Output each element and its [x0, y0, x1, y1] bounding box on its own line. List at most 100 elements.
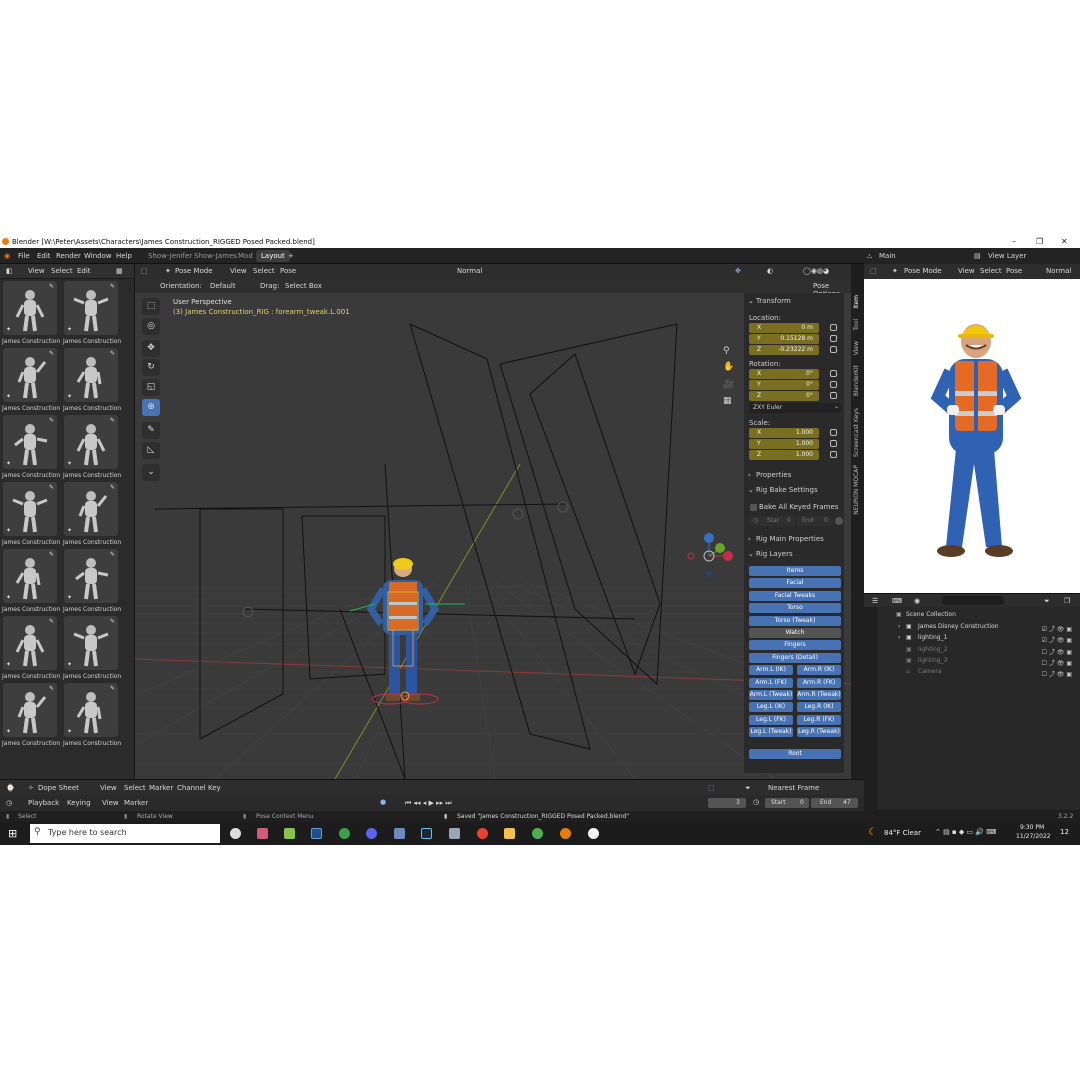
- new-collection-icon[interactable]: ❐: [1064, 597, 1070, 605]
- properties-header[interactable]: Properties: [756, 471, 791, 479]
- end-frame-field[interactable]: End 47: [811, 798, 858, 808]
- discord-icon[interactable]: [366, 828, 377, 839]
- rig-layer-button-left[interactable]: Arm.L (Tweak): [749, 690, 793, 700]
- filter-icon[interactable]: ⏷: [1044, 597, 1050, 606]
- tab-blenderkit[interactable]: BlenderKit: [853, 365, 860, 396]
- transform-field-x[interactable]: X 0°: [749, 369, 819, 379]
- rig-layers-header[interactable]: Rig Layers: [756, 550, 793, 558]
- minimize-button[interactable]: –: [1012, 237, 1016, 246]
- tl-menu-marker[interactable]: Marker: [124, 799, 148, 807]
- rig-layer-button-right[interactable]: Leg.R (FK): [797, 714, 841, 725]
- lock-icon[interactable]: [830, 335, 837, 342]
- cortana-icon[interactable]: [230, 828, 241, 839]
- asset-menu-view[interactable]: View: [28, 267, 45, 275]
- app-pinned-icon-3[interactable]: [449, 828, 460, 839]
- asset-thumbnail[interactable]: ✎ ✦: [3, 482, 57, 536]
- asset-edit-icon[interactable]: ✎: [49, 417, 54, 424]
- navigation-gizmo[interactable]: [687, 533, 733, 577]
- asset-edit-icon[interactable]: ✎: [49, 350, 54, 357]
- windows-start-icon[interactable]: ⊞: [8, 827, 17, 840]
- lock-icon[interactable]: [830, 429, 837, 436]
- rotate-tool[interactable]: ↻: [142, 359, 160, 376]
- record-toggle-icon[interactable]: ●: [380, 798, 386, 806]
- ds-menu-select[interactable]: Select: [124, 784, 146, 792]
- right-menu-view[interactable]: View: [958, 267, 975, 275]
- tab-screencast-keys[interactable]: Screencast Keys: [853, 408, 860, 457]
- rig-layer-root-button[interactable]: Root: [749, 748, 841, 759]
- system-tray-icons[interactable]: ⌃ ▤ ▪ ◆ ▭ 🔊 ⌨: [935, 828, 996, 836]
- weather-moon-icon[interactable]: ☾: [868, 827, 877, 838]
- view-layer-selector[interactable]: View Layer: [988, 252, 1026, 260]
- add-workspace-button[interactable]: +: [288, 252, 294, 260]
- transform-field-x[interactable]: X 0 m: [749, 323, 819, 333]
- slack-icon[interactable]: [588, 828, 599, 839]
- timeline-editor-icon[interactable]: ◷: [6, 799, 12, 807]
- menu-file[interactable]: File: [18, 252, 30, 260]
- rig-layer-button-right[interactable]: Arm.R (FK): [797, 677, 841, 688]
- app-pinned-icon-4[interactable]: [532, 828, 543, 839]
- rig-layer-button[interactable]: Torso (Tweak): [749, 615, 841, 626]
- visibility-toggle-icons[interactable]: ☐ ⤴ 👁 ▣: [1042, 658, 1072, 667]
- asset-thumbnail[interactable]: ✎ ✦: [3, 281, 57, 335]
- outliner-editor-icon[interactable]: ☰: [872, 597, 878, 605]
- ds-menu-marker[interactable]: Marker: [149, 784, 173, 792]
- visibility-toggle-icons[interactable]: ☐ ⤴ 👁 ▣: [1042, 647, 1072, 656]
- lock-icon[interactable]: [830, 370, 837, 377]
- asset-edit-icon[interactable]: ✎: [49, 551, 54, 558]
- scale-tool[interactable]: ◱: [142, 379, 160, 396]
- rig-layer-button-left[interactable]: Leg.L (FK): [749, 714, 793, 725]
- asset-thumbnail[interactable]: ✎ ✦: [64, 549, 118, 603]
- weather-text[interactable]: 84°F Clear: [884, 829, 921, 837]
- vp-menu-view[interactable]: View: [230, 267, 247, 275]
- overlay-toggle-icon[interactable]: ◐: [767, 267, 773, 275]
- outliner-row[interactable]: ▣ lighting_2 ☐ ⤴ 👁 ▣: [876, 645, 1076, 656]
- outliner-view-icon[interactable]: ◉: [914, 597, 920, 605]
- app-pinned-icon-1[interactable]: [257, 828, 268, 839]
- transform-tool[interactable]: ⊕: [142, 399, 160, 416]
- transform-field-x[interactable]: X 1.000: [749, 428, 819, 438]
- vp-menu-pose[interactable]: Pose: [280, 267, 296, 275]
- ds-select-tool-icon[interactable]: ⬚: [708, 784, 715, 792]
- rig-bake-header[interactable]: Rig Bake Settings: [756, 486, 818, 494]
- steam-icon[interactable]: [421, 828, 432, 839]
- asset-edit-icon[interactable]: ✎: [110, 618, 115, 625]
- vegas-icon[interactable]: [311, 828, 322, 839]
- rig-layer-button[interactable]: Fingers (Detail): [749, 652, 841, 663]
- dope-sheet-mode[interactable]: Dope Sheet: [38, 784, 79, 792]
- right-shading-dropdown[interactable]: Normal: [1046, 267, 1071, 275]
- tl-menu-view[interactable]: View: [102, 799, 119, 807]
- right-menu-pose[interactable]: Pose: [1006, 267, 1022, 275]
- gizmo-toggle-icon[interactable]: ✥: [735, 267, 741, 275]
- bake-start-field[interactable]: ◷ Star 0: [749, 516, 795, 526]
- scene-selector[interactable]: Main: [879, 252, 896, 260]
- asset-thumbnail[interactable]: ✎ ✦: [64, 482, 118, 536]
- lock-icon[interactable]: [830, 381, 837, 388]
- expand-arrow-icon[interactable]: ›: [898, 623, 900, 630]
- right-mode-selector[interactable]: Pose Mode: [904, 267, 942, 275]
- tab-layout[interactable]: Layout: [256, 250, 290, 262]
- clock-date[interactable]: 11/27/2022: [1016, 833, 1051, 840]
- rig-layer-button-right[interactable]: Arm.R (IK): [797, 665, 841, 676]
- shading-modes-icon[interactable]: ◯◉◍◕: [803, 267, 829, 275]
- tab-mod[interactable]: Mod: [233, 250, 258, 262]
- playback-controls[interactable]: ⏮ ◂◂ ◂ ▶ ▸▸ ⏭: [405, 799, 452, 808]
- rig-layer-button[interactable]: Torso: [749, 603, 841, 614]
- current-frame-field[interactable]: 3: [708, 798, 746, 808]
- rig-layer-button-left[interactable]: Arm.L (IK): [749, 665, 793, 676]
- bake-all-checkbox[interactable]: [750, 504, 757, 511]
- rig-layers-chevron-icon[interactable]: ⌄: [748, 550, 754, 558]
- rig-main-chevron-icon[interactable]: ›: [748, 535, 751, 543]
- scene-collection-label[interactable]: Scene Collection: [906, 611, 956, 618]
- rig-layer-button-right[interactable]: Leg.R (IK): [797, 702, 841, 713]
- rig-layer-button-left[interactable]: Arm.L (FK): [749, 677, 793, 688]
- asset-edit-icon[interactable]: ✎: [49, 484, 54, 491]
- dope-sheet-editor-icon[interactable]: ⌚: [6, 784, 15, 792]
- notifications-badge[interactable]: 12: [1060, 828, 1069, 836]
- rig-layer-button[interactable]: Fingers: [749, 640, 841, 651]
- asset-edit-icon[interactable]: ✎: [110, 283, 115, 290]
- preview-range-icon[interactable]: ◷: [753, 798, 759, 806]
- transform-field-y[interactable]: Y 0°: [749, 380, 819, 390]
- close-button[interactable]: ✕: [1061, 237, 1068, 246]
- asset-thumbnail[interactable]: ✎ ✦: [64, 683, 118, 737]
- asset-edit-icon[interactable]: ✎: [49, 283, 54, 290]
